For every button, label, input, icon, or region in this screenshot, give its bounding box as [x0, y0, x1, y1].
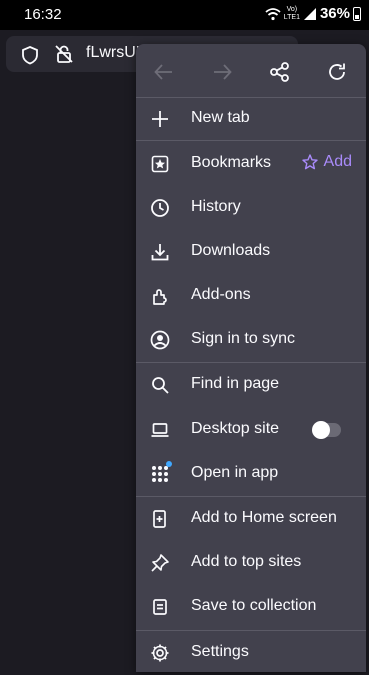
add-bookmark-button[interactable]: Add [301, 153, 352, 171]
pin-icon [149, 552, 171, 574]
desktop-site-toggle[interactable] [312, 421, 341, 439]
collection-icon [149, 596, 171, 618]
add-to-homescreen-icon [149, 508, 171, 530]
share-button[interactable] [267, 59, 293, 85]
menu-item-label: Open in app [191, 464, 279, 481]
menu-item-history[interactable]: History [136, 186, 366, 230]
menu-item-label: Settings [191, 643, 249, 660]
star-outline-icon [301, 154, 318, 170]
menu-item-downloads[interactable]: Downloads [136, 230, 366, 274]
account-icon [149, 329, 171, 351]
menu-item-label: Sign in to sync [191, 330, 296, 347]
puzzle-icon [149, 285, 171, 307]
arrow-left-icon [154, 64, 172, 80]
battery-percent: 36% [319, 5, 350, 22]
menu-item-label: Add-ons [191, 286, 251, 303]
menu-item-add-ons[interactable]: Add-ons [136, 274, 366, 318]
status-icons: Vo) LTE1 36% [265, 5, 361, 22]
menu-item-label: Find in page [191, 375, 280, 392]
clock-icon [149, 197, 171, 219]
star-bookmark-icon [149, 153, 171, 175]
menu-item-label: Bookmarks [191, 154, 272, 171]
reload-button[interactable] [324, 59, 350, 85]
menu-item-settings[interactable]: Settings [136, 631, 366, 675]
app-grid-icon [149, 461, 172, 485]
menu-item-desktop-site[interactable]: Desktop site [136, 408, 366, 452]
menu-item-label: Downloads [191, 242, 271, 259]
menu-item-new-tab[interactable]: New tab [136, 97, 366, 141]
menu-nav-row [136, 44, 366, 98]
network-type: Vo) LTE1 [283, 5, 300, 21]
menu-item-add-to-top-sites[interactable]: Add to top sites [136, 541, 366, 585]
shield-icon[interactable] [20, 45, 40, 65]
menu-item-find-in-page[interactable]: Find in page [136, 363, 366, 407]
menu-divider [136, 140, 366, 141]
menu-item-label: Desktop site [191, 420, 280, 437]
menu-item-label: Add to Home screen [191, 509, 337, 526]
search-icon [149, 374, 171, 396]
battery-icon [353, 6, 361, 21]
menu-item-label: New tab [191, 109, 250, 126]
menu-item-label: Save to collection [191, 597, 317, 614]
menu-item-add-to-home-screen[interactable]: Add to Home screen [136, 497, 366, 541]
plus-icon [149, 108, 171, 130]
notification-dot [166, 461, 172, 467]
menu-item-sign-in[interactable]: Sign in to sync [136, 318, 366, 362]
menu-item-bookmarks[interactable]: Bookmarks Add [136, 142, 366, 186]
share-icon [270, 62, 289, 82]
menu-item-label: Add to top sites [191, 553, 302, 570]
menu-item-open-in-app[interactable]: Open in app [136, 452, 366, 496]
toggle-knob [312, 421, 330, 439]
arrow-right-icon [214, 64, 232, 80]
wifi-icon [265, 7, 281, 20]
add-bookmark-label: Add [323, 153, 352, 170]
menu-item-label: History [191, 198, 241, 215]
lock-broken-icon[interactable] [54, 44, 74, 64]
signal-icon [303, 7, 316, 20]
forward-button[interactable] [209, 59, 235, 85]
gear-icon [149, 642, 171, 664]
status-bar: 16:32 Vo) LTE1 36% [0, 0, 369, 30]
back-button[interactable] [151, 59, 177, 85]
browser-menu: New tab Bookmarks Add History Downloads … [136, 44, 366, 672]
status-time: 16:32 [24, 6, 62, 23]
menu-item-save-to-collection[interactable]: Save to collection [136, 585, 366, 629]
download-icon [149, 241, 171, 263]
laptop-icon [149, 419, 171, 441]
reload-icon [329, 63, 345, 80]
